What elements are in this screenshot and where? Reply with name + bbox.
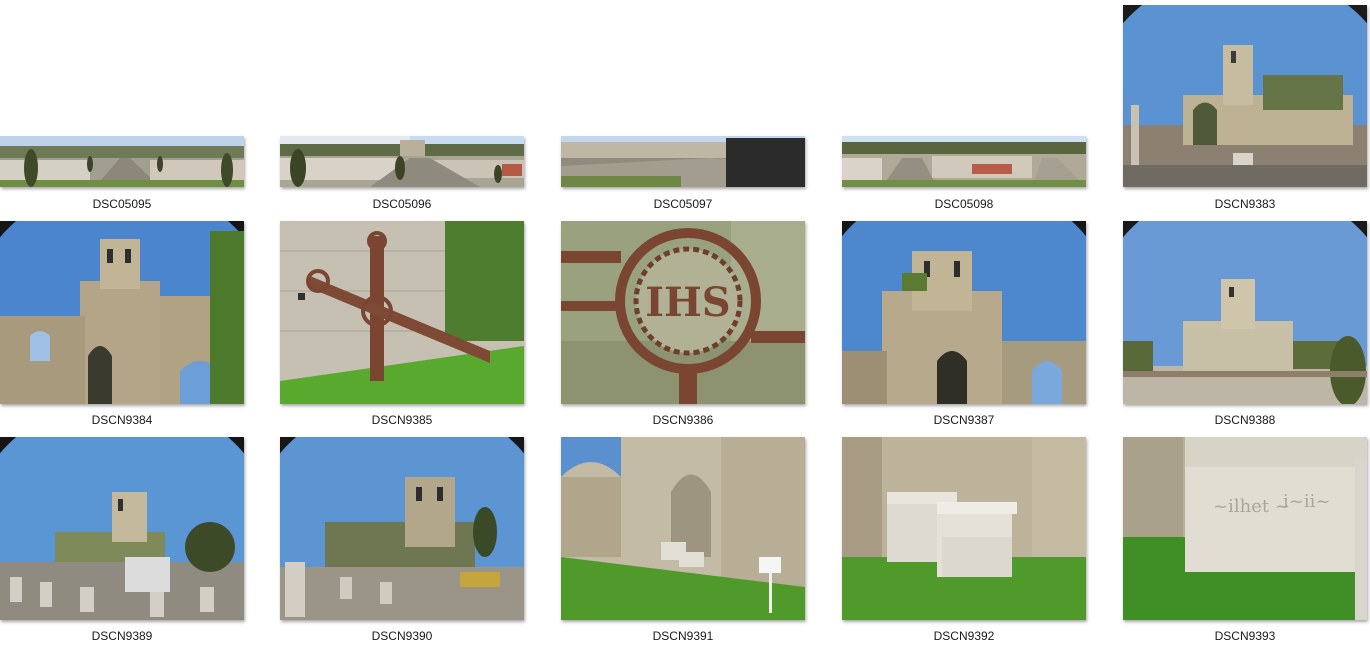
- thumbnail-label: DSC05097: [653, 197, 713, 211]
- thumbnail-item[interactable]: DSCN9390: [280, 437, 561, 647]
- svg-text:~ilhet ~: ~ilhet ~: [1213, 496, 1290, 517]
- thumbnail-label: DSCN9390: [371, 629, 433, 643]
- thumbnail-image[interactable]: [1123, 5, 1367, 187]
- thumbnail-item[interactable]: DSCN9384: [0, 221, 281, 427]
- thumbnail-label: DSCN9392: [933, 629, 995, 643]
- thumbnail-label: DSC05095: [92, 197, 152, 211]
- thumbnail-image[interactable]: [0, 136, 244, 187]
- thumbnail-image[interactable]: [280, 437, 524, 620]
- thumbnail-image[interactable]: [280, 221, 524, 404]
- thumbnail-item[interactable]: DSC05096: [280, 0, 561, 212]
- thumbnail-item[interactable]: DSCN9383: [1123, 0, 1370, 212]
- thumbnail-item[interactable]: DSCN9391: [561, 437, 842, 647]
- svg-text:IHS: IHS: [645, 279, 730, 326]
- thumbnail-label: DSC05098: [934, 197, 994, 211]
- thumbnail-label: DSCN9384: [91, 413, 153, 427]
- thumbnail-label: DSCN9386: [652, 413, 714, 427]
- thumbnail-item[interactable]: DSCN9387: [842, 221, 1123, 427]
- thumbnail-image[interactable]: [561, 437, 805, 620]
- thumbnail-label: DSCN9388: [1214, 413, 1276, 427]
- thumbnail-label: DSCN9393: [1214, 629, 1276, 643]
- thumbnail-item[interactable]: DSCN9392: [842, 437, 1123, 647]
- thumbnail-label: DSCN9385: [371, 413, 433, 427]
- thumbnail-item[interactable]: DSC05097: [561, 0, 842, 212]
- thumbnail-image[interactable]: [842, 221, 1086, 404]
- thumbnail-label: DSCN9389: [91, 629, 153, 643]
- thumbnail-item[interactable]: DSC05095: [0, 0, 281, 212]
- thumbnail-image[interactable]: [842, 136, 1086, 187]
- thumbnail-image[interactable]: [0, 437, 244, 620]
- thumbnail-label: DSCN9387: [933, 413, 995, 427]
- svg-text:i~ii~: i~ii~: [1283, 491, 1330, 512]
- thumbnail-image[interactable]: [1123, 221, 1367, 404]
- thumbnail-item[interactable]: IHS DSCN9386: [561, 221, 842, 427]
- thumbnail-image[interactable]: ~ilhet ~ i~ii~: [1123, 437, 1367, 620]
- thumbnail-item[interactable]: DSCN9389: [0, 437, 281, 647]
- thumbnail-label: DSCN9391: [652, 629, 714, 643]
- thumbnail-item[interactable]: DSC05098: [842, 0, 1123, 212]
- thumbnail-image[interactable]: [842, 437, 1086, 620]
- thumbnail-item[interactable]: ~ilhet ~ i~ii~ DSCN9393: [1123, 437, 1370, 647]
- thumbnail-item[interactable]: DSCN9385: [280, 221, 561, 427]
- thumbnail-image[interactable]: [0, 221, 244, 404]
- thumbnail-item[interactable]: DSCN9388: [1123, 221, 1370, 427]
- thumbnail-image[interactable]: [280, 136, 524, 187]
- thumbnail-label: DSCN9383: [1214, 197, 1276, 211]
- thumbnail-label: DSC05096: [372, 197, 432, 211]
- thumbnail-image[interactable]: IHS: [561, 221, 805, 404]
- thumbnail-image[interactable]: [561, 136, 805, 187]
